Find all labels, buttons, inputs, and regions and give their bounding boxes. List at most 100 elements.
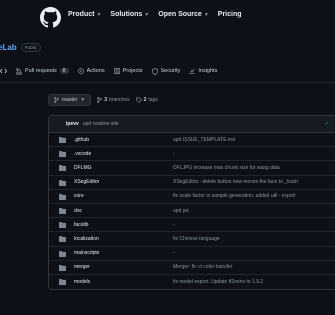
latest-commit-bar: ipevv upd readme site ✓ [49,116,335,133]
graph-icon [189,68,195,74]
file-name-link[interactable]: .github [74,137,89,143]
file-commit-message[interactable]: DFLJPG increase max chunk size for wasg … [173,165,280,171]
tabs-divider [0,82,335,83]
header-nav: Product ▼ Solutions ▼ Open Source ▼ Pricing [68,11,242,18]
branch-icon [97,96,103,103]
branch-name: master [62,96,78,103]
nav-solutions[interactable]: Solutions ▼ [110,11,149,18]
file-name-link[interactable]: models [74,279,90,285]
tab-label: Projects [122,68,143,74]
tab-actions[interactable]: Actions [77,68,105,74]
file-commit-message[interactable]: - [173,151,175,157]
pull-requests-count: 8 [59,68,69,74]
folder-icon [59,179,66,186]
code-icon [0,68,7,74]
folder-icon [59,250,66,257]
folder-icon [59,137,66,143]
file-name-link[interactable]: .vscode [74,151,91,157]
tab-code-partial[interactable] [0,68,7,74]
chevron-down-icon: ▼ [80,96,86,103]
github-logo-icon[interactable] [40,7,61,28]
tab-projects[interactable]: Projects [113,68,143,74]
file-commit-message[interactable]: fix model export. Update tf2onnx to 1.9.… [173,279,263,285]
tab-security[interactable]: Security [151,67,181,75]
file-name-link[interactable]: DFLMG [74,165,92,171]
chevron-down-icon: ▼ [144,11,150,18]
branch-toolbar: master ▼ 3 branches 2 tags [48,93,158,106]
tab-label: Pull requests [25,68,57,74]
file-list: .github upd ISSUE_TEMPLATE.md .vscode - DFLM… [49,133,335,289]
tab-label: Actions [86,68,105,74]
tab-label: Insights [198,68,218,74]
nav-label: Open Source [158,11,202,18]
file-row[interactable]: .vscode - [49,147,335,162]
chevron-down-icon: ▼ [96,11,102,18]
folder-icon [59,193,66,200]
file-row[interactable]: models fix model export. Update tf2onnx t… [49,275,335,289]
file-commit-message[interactable]: upd pic [173,208,189,214]
tab-pull-requests[interactable]: Pull requests 8 [16,67,69,75]
file-commit-message[interactable]: fix scale factor in sample generation. a… [173,193,296,199]
chevron-down-icon: ▼ [203,11,209,18]
file-row[interactable]: facelib - [49,218,335,233]
nav-pricing[interactable]: Pricing [218,11,242,18]
file-commit-message[interactable]: fix Chinese language [173,236,220,242]
file-row[interactable]: core fix scale factor in sample generatio… [49,190,335,204]
repo-title-row: eLab Public [0,40,41,54]
file-commit-message[interactable]: Merger: fix ct color transfer [173,264,232,270]
nav-open-source[interactable]: Open Source ▼ [158,11,209,18]
pull-request-icon [16,67,22,75]
file-row[interactable]: XSegEditor XSegEditor : delete button now… [49,176,335,190]
tags-label: tags [148,96,158,103]
folder-icon [59,264,66,271]
tab-label: Security [160,68,181,74]
actions-icon [77,68,84,74]
branches-link[interactable]: 3 branches [97,96,130,103]
branches-count: 3 [104,96,108,103]
nav-label: Product [68,11,95,18]
folder-icon [59,236,66,243]
file-name-link[interactable]: localization [74,236,99,242]
folder-icon [59,207,66,214]
repo-tabs: Pull requests 8 Actions Projects Securit… [0,64,217,78]
repo-name-link[interactable]: eLab [0,43,17,52]
nav-product[interactable]: Product ▼ [68,11,101,18]
folder-icon [59,222,66,229]
file-row[interactable]: merger Merger: fix ct color transfer [49,261,335,275]
folder-icon [59,151,66,158]
file-name-link[interactable]: XSegEditor [74,179,99,185]
file-name-link[interactable]: core [74,193,84,199]
file-row[interactable]: .github upd ISSUE_TEMPLATE.md [49,133,335,148]
tag-icon [135,96,142,103]
file-name-link[interactable]: facelib [74,222,88,228]
tab-insights[interactable]: Insights [189,68,217,74]
branch-select-button[interactable]: master ▼ [48,93,92,106]
file-row[interactable]: DFLMG DFLJPG increase max chunk size for … [49,161,335,176]
branches-label: branches [109,96,130,103]
file-commit-message[interactable]: - [173,222,175,228]
check-icon: ✓ [324,121,329,127]
shield-icon [151,67,158,75]
file-name-link[interactable]: doc [74,208,82,214]
file-browser: ipevv upd readme site ✓ .github upd ISSUE… [48,115,335,291]
file-name-link[interactable]: merger [74,264,90,270]
nav-label: Solutions [110,11,143,18]
file-commit-message[interactable]: - [173,250,175,256]
projects-icon [113,68,120,74]
visibility-badge: Public [20,42,41,52]
file-commit-message[interactable]: XSegEditor : delete button now moves the… [173,179,298,185]
file-name-link[interactable]: mainscripts [74,250,99,256]
file-commit-message[interactable]: upd ISSUE_TEMPLATE.md [173,137,235,143]
file-row[interactable]: mainscripts - [49,247,335,261]
folder-icon [59,165,66,172]
top-navigation-bar: Product ▼ Solutions ▼ Open Source ▼ Pricing [0,0,335,36]
tags-link[interactable]: 2 tags [135,96,158,103]
commit-message[interactable]: upd readme site [83,121,119,127]
file-row[interactable]: localization fix Chinese language [49,232,335,247]
nav-label: Pricing [217,11,242,18]
commit-author[interactable]: ipevv [66,121,79,127]
file-row[interactable]: doc upd pic [49,204,335,219]
tags-count: 2 [143,96,147,103]
folder-icon [59,278,66,285]
branch-icon [54,96,59,103]
